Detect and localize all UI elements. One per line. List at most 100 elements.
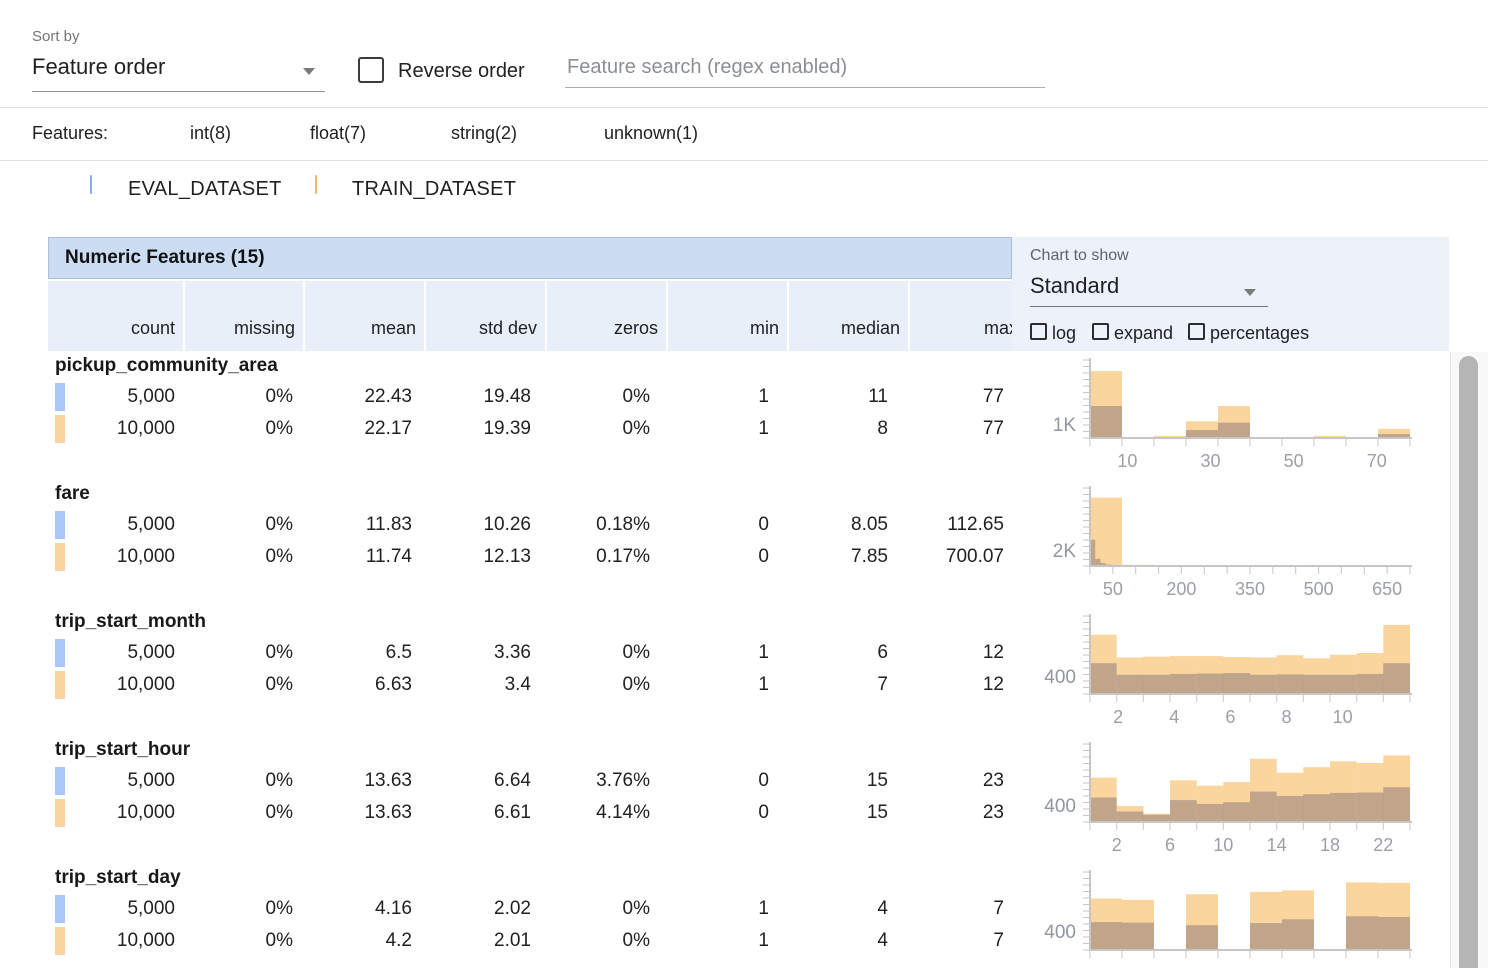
string-filter-label: string(2) [451,123,517,144]
train-color-chip [55,671,65,699]
stat-value: 1 [658,926,777,956]
svg-text:22: 22 [1373,835,1393,855]
stat-value: 1 [658,382,777,412]
stat-value: 10,000 [48,414,183,444]
scrollbar-thumb[interactable] [1459,356,1478,968]
histogram-trip_start_day: 400 [1012,864,1412,968]
feature-search-input[interactable] [565,52,1045,88]
stat-value: 5,000 [48,638,183,668]
stat-value: 1 [658,638,777,668]
stat-value: 6.61 [420,798,539,828]
expand-checkbox[interactable] [1092,323,1109,340]
train-color-chip [55,415,65,443]
svg-text:10: 10 [1213,835,1233,855]
check-icon [156,123,169,136]
stat-value: 12 [896,670,1012,700]
unknown-filter-label: unknown(1) [604,123,698,144]
chart-type-select[interactable]: Standard [1030,273,1119,299]
stat-value: 0% [183,894,301,924]
reverse-order-label: Reverse order [398,60,525,83]
eval-dataset-checkbox[interactable] [90,175,92,194]
train-color-chip [55,799,65,827]
stat-value: 10,000 [48,926,183,956]
stat-value: 5,000 [48,382,183,412]
stat-value: 2.02 [420,894,539,924]
eval-stats-row: 5,0000%6.53.360%1612 [48,638,1012,668]
stat-value: 0.17% [539,542,658,572]
stat-value: 19.48 [420,382,539,412]
stat-value: 0 [658,542,777,572]
stat-value: 12.13 [420,542,539,572]
stat-value: 10.26 [420,510,539,540]
stat-value: 6.64 [420,766,539,796]
chart-row-fare: 2K50200350500650 [1012,480,1412,608]
feature-group-trip_start_day: trip_start_day5,0000%4.162.020%14710,000… [48,864,1012,968]
feature-name: fare [55,483,90,505]
facets-overview: Sort by Feature order Reverse order Feat… [0,0,1488,968]
stat-value: 3.36 [420,638,539,668]
stat-value: 22.43 [301,382,420,412]
column-header-mean: mean [305,281,424,351]
svg-text:1K: 1K [1053,415,1077,436]
histogram-trip_start_month: 400246810 [1012,608,1412,736]
train-stats-row: 10,0000%11.7412.130.17%07.85700.07 [48,542,1012,572]
feature-name: trip_start_hour [55,739,190,761]
svg-text:400: 400 [1044,667,1076,688]
eval-color-chip [55,767,65,795]
stat-value: 0% [183,670,301,700]
stat-value: 5,000 [48,766,183,796]
stat-value: 7 [896,926,1012,956]
stat-value: 7.85 [777,542,896,572]
column-header-stddev: std dev [426,281,545,351]
reverse-order-checkbox[interactable] [358,57,384,83]
stat-value: 10,000 [48,798,183,828]
stat-value: 5,000 [48,894,183,924]
float-filter-label: float(7) [310,123,366,144]
percentages-checkbox[interactable] [1188,323,1205,340]
histogram-trip_start_hour: 4002610141822 [1012,736,1412,864]
eval-color-chip [55,639,65,667]
column-header-median: median [789,281,908,351]
svg-text:400: 400 [1044,796,1076,817]
column-header-max: max [910,281,1026,351]
stat-value: 15 [777,798,896,828]
eval-color-chip [55,895,65,923]
check-icon [97,180,110,193]
check-icon [276,123,289,136]
feature-group-trip_start_month: trip_start_month5,0000%6.53.360%161210,0… [48,608,1012,736]
column-header-min: min [668,281,787,351]
stat-value: 4 [777,894,896,924]
log-checkbox[interactable] [1030,323,1047,340]
train-dataset-checkbox[interactable] [315,175,317,194]
stat-value: 112.65 [896,510,1012,540]
stat-value: 0% [539,382,658,412]
feature-group-trip_start_hour: trip_start_hour5,0000%13.636.643.76%0152… [48,736,1012,864]
stat-value: 11.83 [301,510,420,540]
vertical-scrollbar [1450,352,1488,968]
stat-value: 0% [183,638,301,668]
chevron-down-icon [1244,289,1256,296]
stat-value: 3.76% [539,766,658,796]
svg-text:6: 6 [1225,707,1235,727]
svg-text:10: 10 [1117,451,1137,471]
stat-value: 4.2 [301,926,420,956]
svg-text:400: 400 [1044,922,1076,943]
eval-color-chip [55,383,65,411]
chevron-down-icon [303,68,315,75]
select-underline [1030,306,1268,307]
stat-value: 23 [896,798,1012,828]
feature-group-fare: fare5,0000%11.8310.260.18%08.05112.6510,… [48,480,1012,608]
sort-by-select[interactable]: Feature order [32,54,325,92]
stat-value: 11.74 [301,542,420,572]
eval-stats-row: 5,0000%22.4319.480%11177 [48,382,1012,412]
chart-row-trip_start_day: 400 [1012,864,1412,968]
stat-value: 0 [658,766,777,796]
stat-value: 12 [896,638,1012,668]
histograms-column: 1K103050702K5020035050065040024681040026… [1012,352,1449,968]
svg-text:18: 18 [1320,835,1340,855]
train-stats-row: 10,0000%4.22.010%147 [48,926,1012,956]
svg-text:14: 14 [1267,835,1287,855]
check-icon [417,123,430,136]
chart-row-pickup_community_area: 1K10305070 [1012,352,1412,480]
stats-column-header-row: count missing mean std dev zeros min med… [48,281,1012,351]
